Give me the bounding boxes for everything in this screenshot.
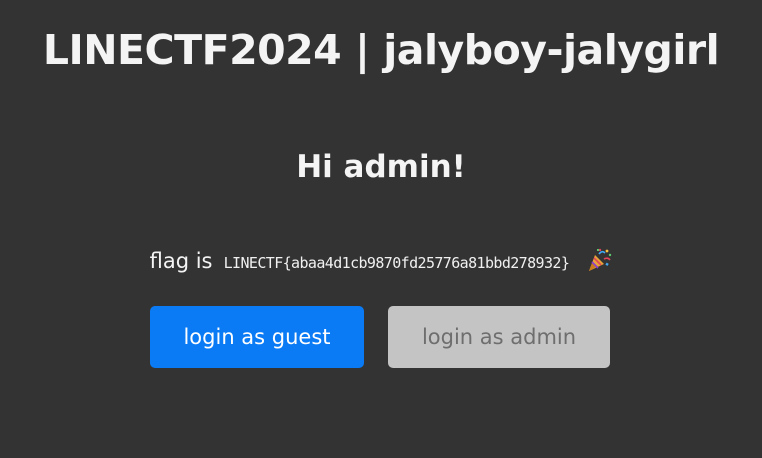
page: LINECTF2024 | jalyboy-jalygirl Hi admin!… bbox=[0, 0, 762, 458]
flag-line: flag is LINECTF{abaa4d1cb9870fd25776a81b… bbox=[0, 246, 762, 278]
login-as-guest-button[interactable]: login as guest bbox=[150, 306, 364, 368]
login-as-admin-button[interactable]: login as admin bbox=[388, 306, 610, 368]
page-title: LINECTF2024 | jalyboy-jalygirl bbox=[42, 26, 720, 74]
party-popper-icon bbox=[586, 247, 612, 273]
flag-value: LINECTF{abaa4d1cb9870fd25776a81bbd278932… bbox=[223, 254, 570, 272]
flag-label: flag is bbox=[149, 249, 213, 273]
greeting-heading: Hi admin! bbox=[296, 149, 466, 185]
